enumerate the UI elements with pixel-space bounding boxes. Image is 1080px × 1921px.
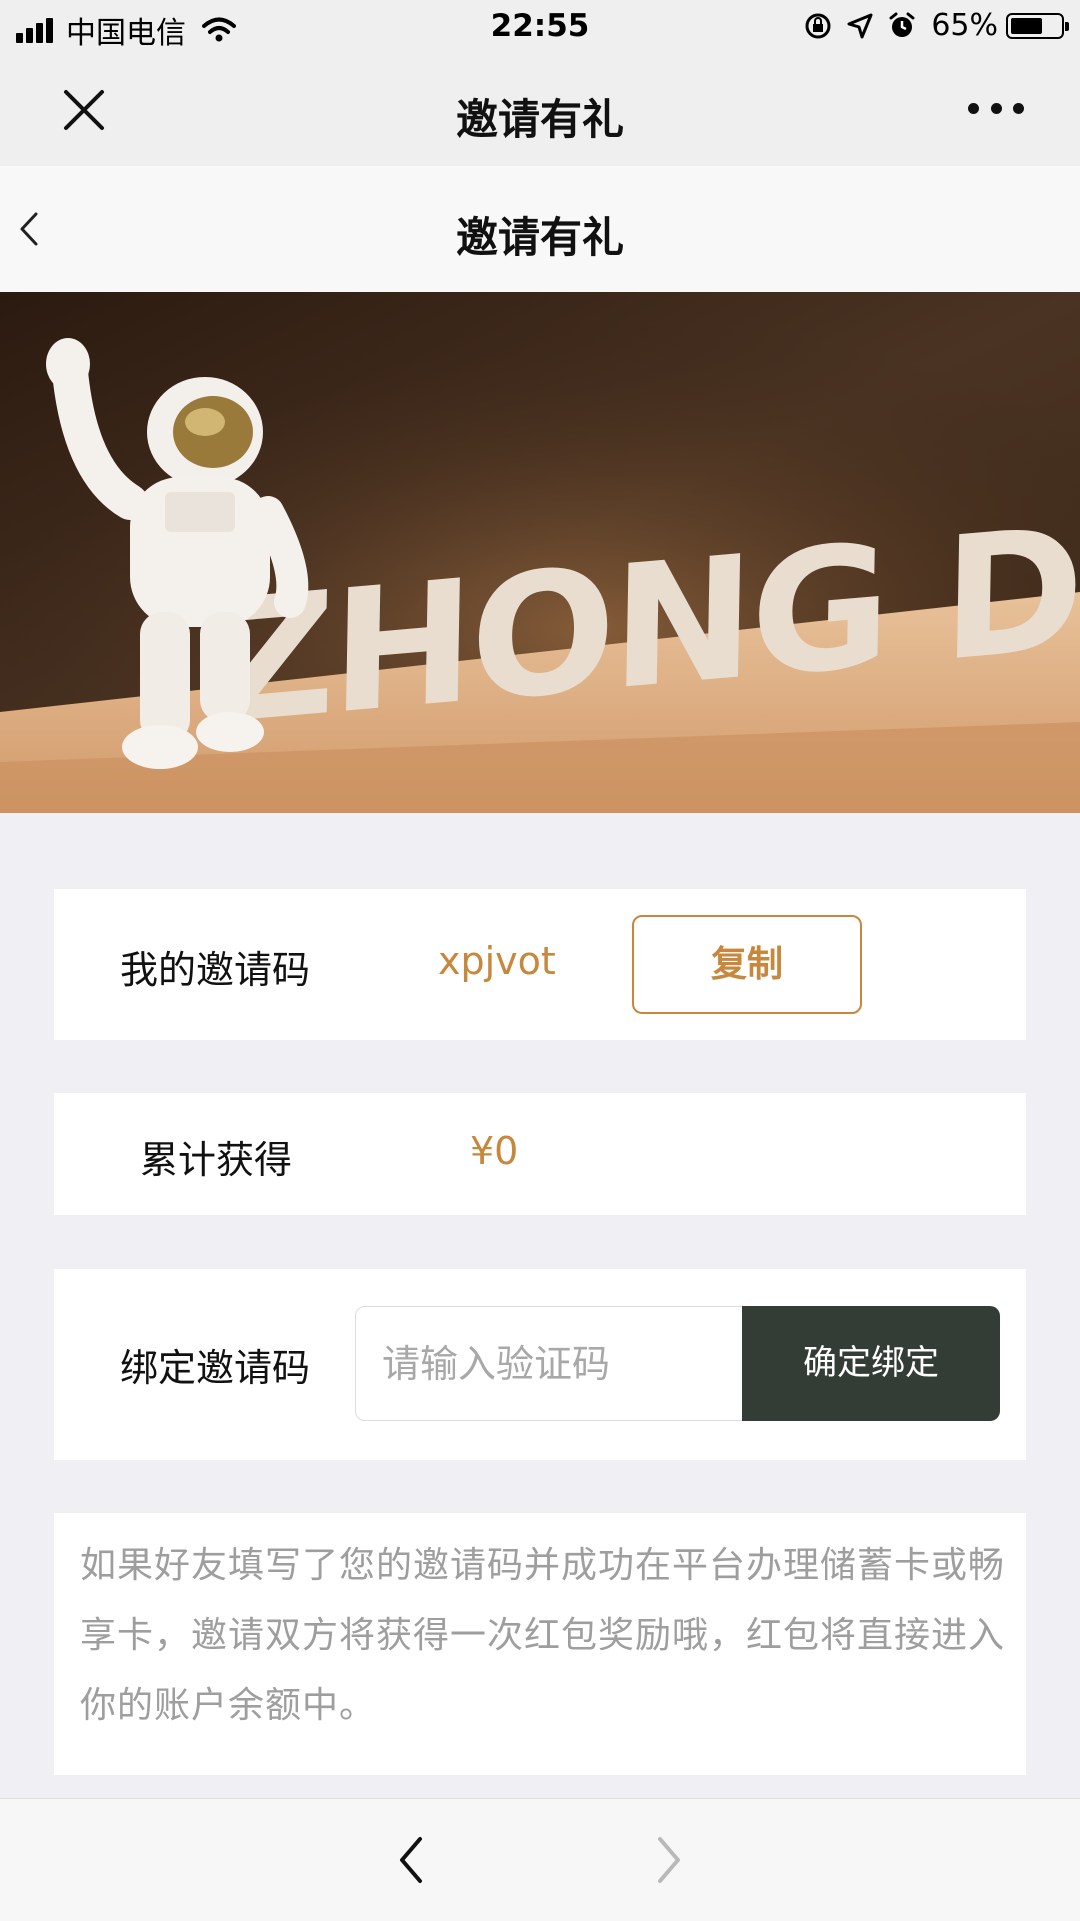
more-icon[interactable] <box>968 98 1024 118</box>
page-title: 邀请有礼 <box>455 213 624 262</box>
my-invite-code-label: 我的邀请码 <box>120 948 311 992</box>
battery-percent: 65% <box>931 8 998 43</box>
status-bar: 中国电信 22:55 65% <box>0 0 1080 56</box>
battery-fill <box>1011 17 1042 34</box>
bind-code-label: 绑定邀请码 <box>120 1346 311 1390</box>
browser-bottom-bar <box>0 1798 1080 1921</box>
status-right: 65% <box>791 8 1069 43</box>
earnings-amount: ¥0 <box>470 1129 519 1173</box>
page-header: 邀请有礼 <box>0 166 1080 292</box>
confirm-bind-button[interactable]: 确定绑定 <box>742 1306 1000 1421</box>
description-card: 如果好友填写了您的邀请码并成功在平台办理储蓄卡或畅享卡，邀请双方将获得一次红包奖… <box>54 1513 1026 1775</box>
verification-code-input[interactable] <box>355 1306 744 1421</box>
battery-icon <box>1006 12 1069 39</box>
earnings-card: 累计获得 ¥0 <box>54 1093 1026 1215</box>
earnings-label: 累计获得 <box>140 1138 293 1182</box>
description-text: 如果好友填写了您的邀请码并成功在平台办理储蓄卡或畅享卡，邀请双方将获得一次红包奖… <box>80 1545 1006 1726</box>
banner-image: ZHONG DU <box>0 292 1080 813</box>
location-icon <box>847 13 873 38</box>
alarm-icon <box>889 12 915 37</box>
my-invite-code-value: xpjvot <box>438 939 556 983</box>
chevron-left-icon[interactable] <box>396 1835 426 1885</box>
chevron-right-icon[interactable] <box>654 1835 684 1885</box>
my-invite-code-card: 我的邀请码 xpjvot 复制 <box>54 889 1026 1040</box>
bind-code-card: 绑定邀请码 确定绑定 <box>54 1269 1026 1460</box>
wechat-title: 邀请有礼 <box>455 95 624 144</box>
wechat-title-bar: 邀请有礼 <box>0 56 1080 166</box>
rotation-lock-icon <box>805 13 831 38</box>
copy-button[interactable]: 复制 <box>632 915 862 1014</box>
